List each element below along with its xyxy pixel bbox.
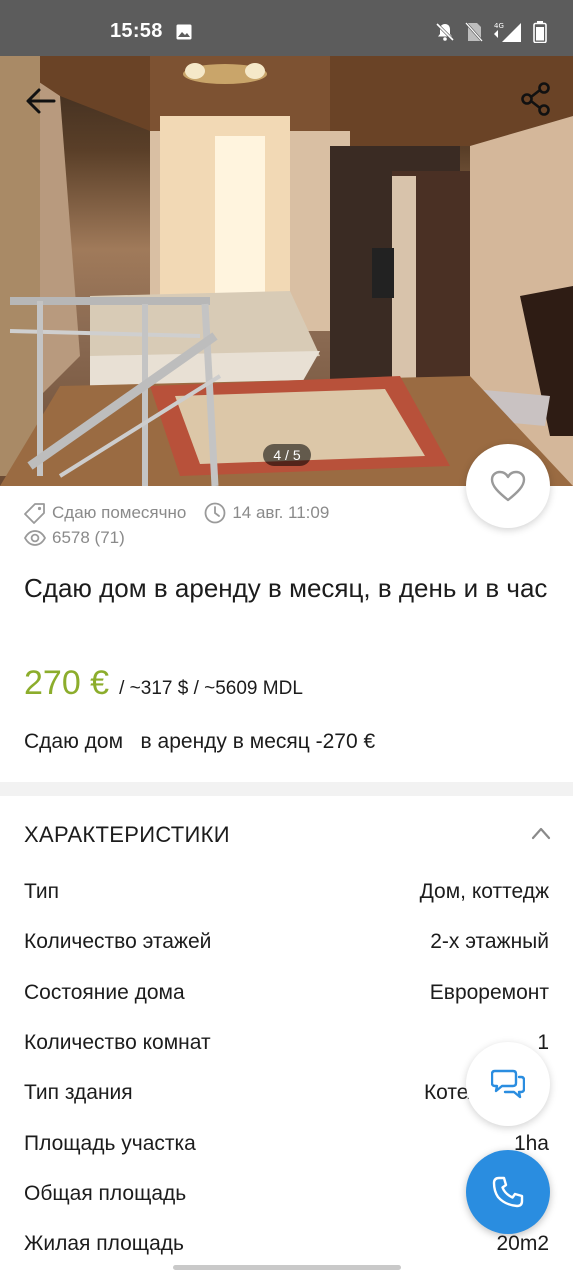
status-icons: 4G <box>435 21 547 43</box>
char-value: Евроремонт <box>429 981 549 1004</box>
clock-icon <box>204 502 226 524</box>
tag-icon <box>24 503 45 524</box>
price-main: 270 € <box>24 664 110 702</box>
svg-text:4G: 4G <box>494 22 504 30</box>
home-indicator[interactable] <box>173 1265 401 1270</box>
room-photo <box>0 56 573 486</box>
rent-type: Сдаю помесячно <box>52 503 187 522</box>
status-time: 15:58 <box>110 20 163 42</box>
favorite-button[interactable] <box>466 444 550 528</box>
meta-row-1: Сдаю помесячно 14 авг. 11:09 <box>24 502 329 524</box>
status-bar: 15:58 4G <box>0 0 573 56</box>
char-key: Количество комнат <box>24 1031 211 1054</box>
battery-icon <box>533 21 547 43</box>
chat-button[interactable] <box>466 1042 550 1126</box>
listing-photo[interactable]: 4 / 5 <box>0 56 573 486</box>
price-line: 270 € / ~317 $ / ~5609 MDL <box>24 664 303 703</box>
char-row-condition: Состояние дома Евроремонт <box>24 981 549 1011</box>
price-converted: / ~317 $ / ~5609 MDL <box>119 678 303 699</box>
listing-title: Сдаю дом в аренду в месяц, в день и в ча… <box>24 573 548 603</box>
char-value: 20m2 <box>496 1232 549 1255</box>
post-date: 14 авг. 11:09 <box>232 503 330 522</box>
heart-outline-icon <box>490 470 526 502</box>
meta-row-2: 6578 (71) <box>24 527 125 549</box>
section-divider <box>0 782 573 796</box>
char-key: Площадь участка <box>24 1132 196 1155</box>
chat-icon <box>491 1069 525 1099</box>
char-key: Тип <box>24 880 60 903</box>
listing-description: Сдаю дом в аренду в месяц -270 € <box>24 730 376 753</box>
views-count: 6578 (71) <box>52 528 125 547</box>
char-row-type: Тип Дом, коттедж <box>24 880 549 910</box>
signal-4g-icon: 4G <box>494 22 521 42</box>
sim-off-icon <box>465 22 483 42</box>
char-row-plot-area: Площадь участка 1ha <box>24 1132 549 1162</box>
char-row-living-area: Жилая площадь 20m2 <box>24 1232 549 1262</box>
char-key: Общая площадь <box>24 1182 187 1205</box>
char-key: Количество этажей <box>24 930 212 953</box>
eye-icon <box>24 530 46 546</box>
char-key: Тип здания <box>24 1081 133 1104</box>
char-key: Жилая площадь <box>24 1232 184 1255</box>
phone-icon <box>492 1176 524 1208</box>
call-button[interactable] <box>466 1150 550 1234</box>
characteristics-heading: ХАРАКТЕРИСТИКИ <box>24 822 230 847</box>
char-value: 1 <box>537 1031 549 1054</box>
gallery-icon <box>176 24 192 40</box>
back-arrow-icon[interactable] <box>24 84 58 118</box>
bell-off-icon <box>435 22 455 42</box>
char-key: Состояние дома <box>24 981 185 1004</box>
char-value: Дом, коттедж <box>419 880 549 903</box>
char-value: 2-х этажный <box>430 930 549 953</box>
char-row-rooms: Количество комнат 1 <box>24 1031 549 1061</box>
char-row-floors: Количество этажей 2-х этажный <box>24 930 549 960</box>
photo-counter: 4 / 5 <box>263 444 311 466</box>
chevron-up-icon[interactable] <box>531 826 551 840</box>
share-icon[interactable] <box>521 82 551 116</box>
